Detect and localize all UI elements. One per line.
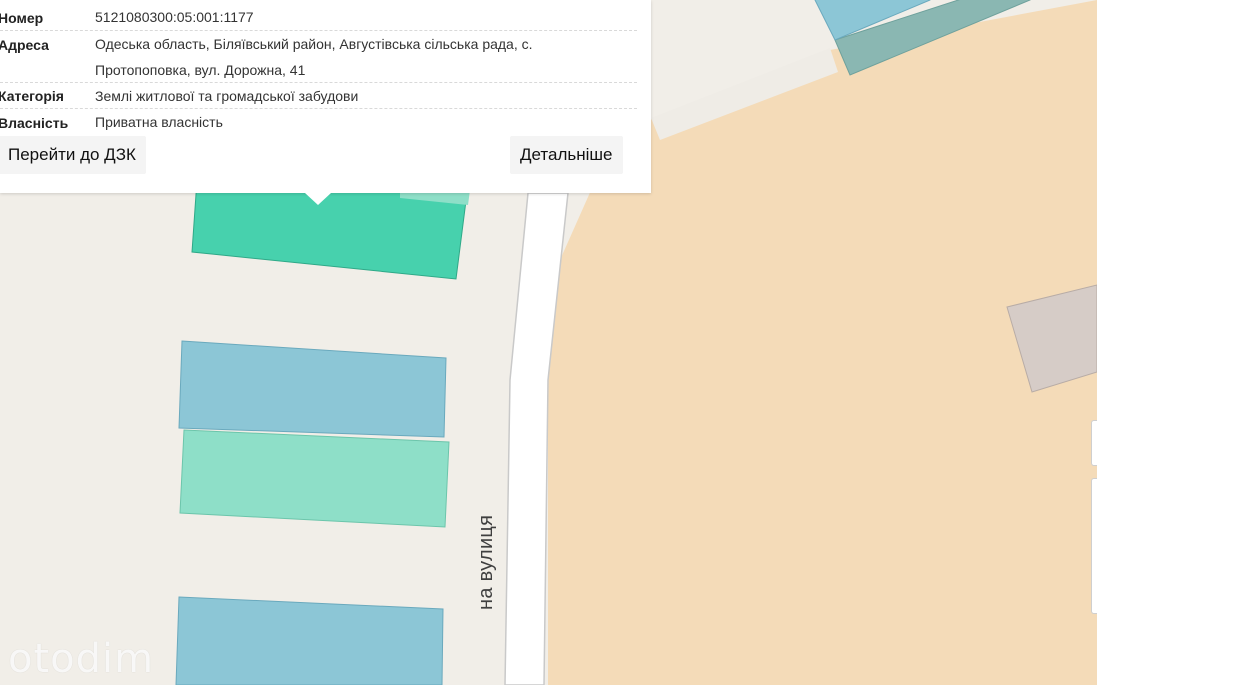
label-number: Номер [0, 10, 44, 26]
zoom-in-button[interactable] [1091, 420, 1097, 466]
row-ownership: Власність Приватна власність [0, 109, 637, 135]
parcel-light-green [179, 429, 450, 528]
value-ownership: Приватна власність [95, 114, 223, 130]
watermark-logo: otodim [8, 636, 155, 682]
parcel-blue-1 [178, 340, 447, 438]
row-number: Номер 5121080300:05:001:1177 [0, 4, 637, 31]
value-number: 5121080300:05:001:1177 [95, 9, 254, 25]
value-address: Одеська область, Біляївський район, Авгу… [95, 36, 533, 78]
goto-dzk-button[interactable]: Перейти до ДЗК [0, 136, 146, 174]
label-address: Адреса [0, 37, 49, 53]
parcel-info-popup: Номер 5121080300:05:001:1177 Адреса Одес… [0, 0, 651, 205]
parcel-blue-2 [175, 596, 444, 685]
row-category: Категорія Землі житлової та громадської … [0, 83, 637, 109]
label-ownership: Власність [0, 115, 69, 131]
popup-pointer [305, 193, 331, 205]
details-button[interactable]: Детальніше [510, 136, 623, 174]
road-name-label: на вулиця [475, 514, 497, 610]
map-control-group[interactable] [1091, 478, 1097, 614]
row-address: Адреса Одеська область, Біляївський райо… [0, 31, 637, 83]
label-category: Категорія [0, 88, 64, 104]
value-category: Землі житлової та громадської забудови [95, 88, 359, 104]
